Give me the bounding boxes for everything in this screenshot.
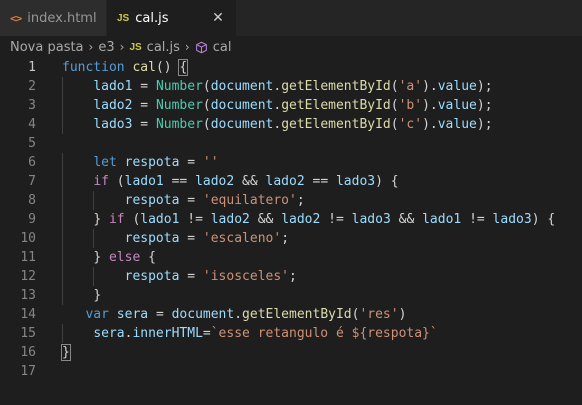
code-text: lado3 = Number(document.getElementById('… [93, 117, 493, 132]
code-text: var sera = document.getElementById('res'… [85, 307, 407, 322]
close-icon[interactable]: ✕ [210, 10, 226, 26]
code-text: respota = 'escaleno'; [124, 231, 290, 246]
breadcrumb-subfolder[interactable]: e3 [98, 40, 114, 55]
tab-cal-js[interactable]: JS cal.js ✕ [107, 0, 237, 36]
line-number: 16 [20, 345, 36, 360]
line-number: 10 [20, 231, 36, 246]
tab-index-html[interactable]: <> index.html [0, 0, 107, 36]
code-text: sera.innerHTML=`esse retangulo é ${respo… [93, 326, 438, 341]
js-file-icon: JS [129, 41, 142, 53]
line-number: 6 [28, 155, 36, 170]
line-number: 13 [20, 288, 36, 303]
code-text: respota = 'isosceles'; [124, 269, 297, 284]
code-line[interactable]: 9 } if (lado1 != lado2 && lado2 != lado3… [0, 210, 582, 229]
code-line[interactable]: 11 } else { [0, 248, 582, 267]
code-line[interactable]: 14 var sera = document.getElementById('r… [0, 305, 582, 324]
code-text: } [61, 344, 71, 361]
line-number: 1 [28, 60, 36, 75]
code-line[interactable]: 17 [0, 362, 582, 381]
code-line[interactable]: 7 if (lado1 == lado2 && lado2 == lado3) … [0, 172, 582, 191]
line-number: 3 [28, 98, 36, 113]
tab-label: index.html [27, 10, 97, 26]
tab-label: cal.js [135, 10, 169, 26]
line-number: 4 [28, 117, 36, 132]
code-text: } if (lado1 != lado2 && lado2 != lado3 &… [93, 212, 556, 227]
code-line[interactable]: 2 lado1 = Number(document.getElementById… [0, 77, 582, 96]
js-file-icon: JS [117, 12, 130, 24]
code-text: respota = 'equilatero'; [124, 193, 305, 208]
line-number: 17 [20, 364, 36, 379]
code-text: if (lado1 == lado2 && lado2 == lado3) { [93, 174, 399, 189]
code-line[interactable]: 12 respota = 'isosceles'; [0, 267, 582, 286]
code-line[interactable]: 16} [0, 343, 582, 362]
code-line[interactable]: 8 respota = 'equilatero'; [0, 191, 582, 210]
chevron-right-icon: › [88, 40, 94, 54]
code-line[interactable]: 5 [0, 134, 582, 153]
line-number: 7 [28, 174, 36, 189]
code-line[interactable]: 15 sera.innerHTML=`esse retangulo é ${re… [0, 324, 582, 343]
symbol-method-icon [195, 41, 207, 53]
breadcrumb-file[interactable]: cal.js [147, 40, 180, 55]
html-file-icon: <> [10, 11, 22, 25]
code-line[interactable]: 6 let respota = '' [0, 153, 582, 172]
code-text: lado2 = Number(document.getElementById('… [93, 98, 493, 113]
breadcrumb-symbol[interactable]: cal [213, 40, 232, 55]
line-number: 15 [20, 326, 36, 341]
code-text: lado1 = Number(document.getElementById('… [93, 79, 493, 94]
code-editor[interactable]: 1 function cal() {2 lado1 = Number(docume… [0, 58, 582, 405]
code-text: function cal() { [62, 59, 189, 76]
code-text: } else { [93, 250, 156, 265]
code-line[interactable]: 3 lado2 = Number(document.getElementById… [0, 96, 582, 115]
line-number: 8 [28, 193, 36, 208]
line-number: 2 [28, 79, 36, 94]
breadcrumb: Nova pasta › e3 › JS cal.js › cal [0, 36, 582, 58]
code-text: let respota = '' [93, 155, 219, 170]
breadcrumb-folder[interactable]: Nova pasta [10, 40, 84, 55]
code-line[interactable]: 13 } [0, 286, 582, 305]
line-number: 11 [20, 250, 36, 265]
line-number: 14 [20, 307, 36, 322]
line-number: 12 [20, 269, 36, 284]
line-number: 5 [28, 136, 36, 151]
code-line[interactable]: 1 function cal() { [0, 58, 582, 77]
tab-bar: <> index.html JS cal.js ✕ [0, 0, 582, 36]
code-text: } [93, 288, 102, 303]
line-number: 9 [28, 212, 36, 227]
chevron-right-icon: › [184, 40, 190, 54]
code-line[interactable]: 10 respota = 'escaleno'; [0, 229, 582, 248]
chevron-right-icon: › [119, 40, 125, 54]
code-line[interactable]: 4 lado3 = Number(document.getElementById… [0, 115, 582, 134]
